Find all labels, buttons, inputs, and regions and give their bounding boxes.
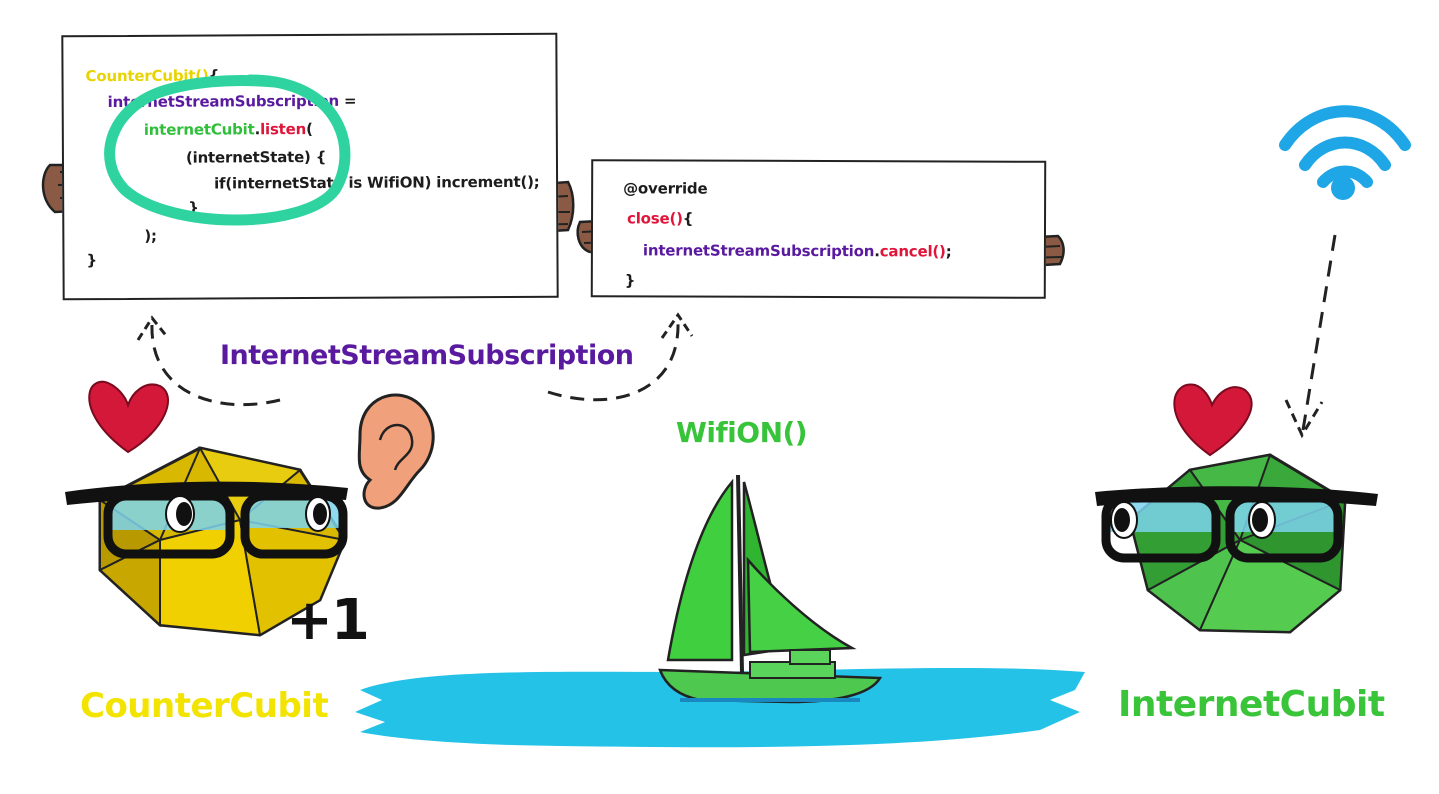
- code-line: internetCubit.listen(: [144, 120, 313, 139]
- code-token: internetCubit: [143, 120, 255, 139]
- code-token: );: [144, 226, 157, 245]
- code-token: @override: [623, 179, 708, 198]
- countercubit-label: CounterCubit: [80, 686, 329, 726]
- code-token: cancel(): [879, 242, 946, 261]
- code-line: }: [86, 251, 97, 269]
- code-token: }: [624, 271, 636, 290]
- code-token: }: [188, 198, 199, 217]
- plus-one-label: +1: [286, 588, 370, 653]
- internet-cubit-character: [1095, 453, 1378, 634]
- code-token: ;: [945, 242, 952, 261]
- dashed-arrow-down: [1301, 234, 1337, 431]
- internetcubit-label: InternetCubit: [1118, 684, 1385, 725]
- code-token: internetStreamSubscription: [107, 91, 340, 112]
- code-line: }: [625, 271, 636, 289]
- code-token: (internetState) {: [185, 147, 327, 167]
- code-token: if(internetState is WifiON) increment();: [214, 172, 540, 193]
- code-line: close(){: [627, 209, 693, 227]
- code-line: );: [144, 227, 157, 245]
- wifi-icon: [1279, 105, 1411, 188]
- subscription-label: InternetStreamSubscription: [220, 340, 634, 371]
- code-line: }: [188, 199, 199, 217]
- code-line: CounterCubit(){: [85, 66, 219, 85]
- sailboat-icon: [658, 474, 883, 704]
- code-token: listen: [259, 120, 307, 139]
- code-token: (: [306, 119, 313, 139]
- code-board-countercubit: CounterCubit(){ internetStreamSubscripti…: [61, 32, 559, 301]
- heart-icon: [1173, 383, 1253, 457]
- code-line: internetStreamSubscription.cancel();: [643, 241, 952, 260]
- code-line: if(internetState is WifiON) increment();: [214, 173, 540, 193]
- code-token: {: [682, 209, 694, 228]
- code-token: close(): [627, 209, 683, 228]
- code-token: CounterCubit(): [85, 66, 209, 86]
- heart-icon: [88, 380, 169, 454]
- wifi-dot: [1331, 176, 1355, 200]
- code-board-close: @override close(){ internetStreamSubscri…: [590, 159, 1047, 299]
- code-line: (internetState) {: [186, 148, 326, 167]
- wifion-label: WifiON(): [676, 416, 808, 449]
- code-line: internetStreamSubscription =: [108, 92, 357, 111]
- code-token: }: [86, 251, 98, 270]
- ear-icon: [357, 393, 435, 510]
- code-token: internetStreamSubscription: [642, 241, 875, 261]
- code-line: @override: [623, 179, 707, 197]
- code-token: {: [208, 66, 220, 85]
- code-token: =: [338, 91, 357, 110]
